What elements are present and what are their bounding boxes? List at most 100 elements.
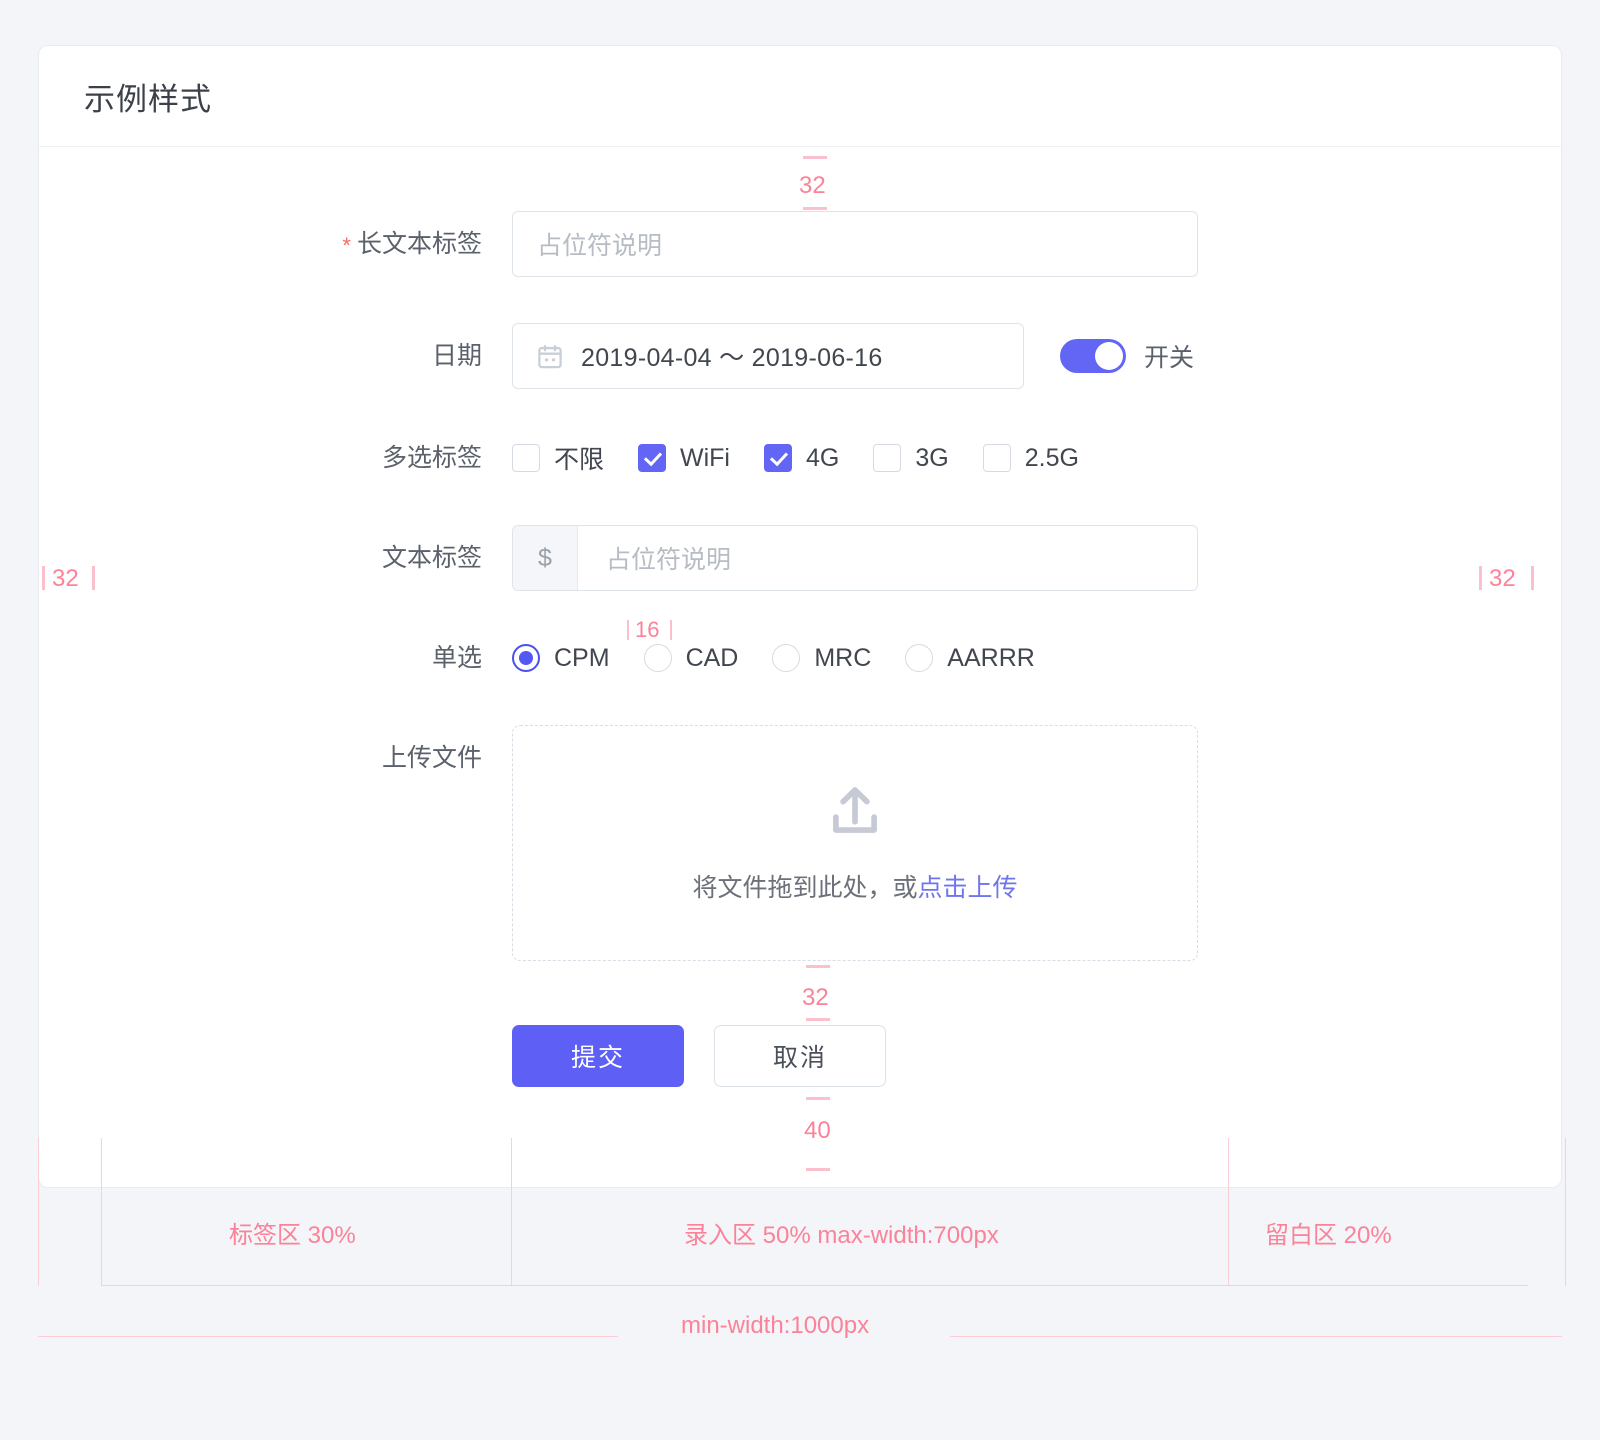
- prefixed-text-field[interactable]: 占位符说明: [578, 526, 1197, 590]
- form-row-date: 日期 2019-04-04 ～ 2019-06-16 开关: [39, 323, 1561, 389]
- toggle-switch-knob: [1095, 342, 1123, 370]
- radio-circle-2[interactable]: [772, 644, 801, 672]
- annotation-button-gap-tick-lower: [806, 1018, 830, 1021]
- checkbox-box-2[interactable]: [764, 444, 792, 472]
- checkbox-item-3[interactable]: 3G: [873, 443, 949, 473]
- card-body: * 长文本标签 占位符说明 日期 2019-04-04 ～ 2019-06-16…: [39, 211, 1561, 1251]
- radio-circle-0[interactable]: [512, 644, 540, 672]
- radio-label-0: CPM: [554, 643, 610, 672]
- upload-click-link[interactable]: 点击上传: [918, 874, 1018, 902]
- form-control-radios: CPM CAD MRC AARRR 16: [512, 617, 1561, 691]
- form-label-long-text: * 长文本标签: [39, 211, 512, 279]
- zone-label-2: 留白区 20%: [1265, 1222, 1392, 1249]
- required-asterisk-icon: *: [342, 233, 351, 258]
- form-label-text-field: 文本标签: [381, 544, 482, 572]
- checkbox-label-1: WiFi: [680, 443, 730, 472]
- annotation-radio-spacing-tick-right: [670, 620, 672, 640]
- form-control-checkboxes: 不限 WiFi 4G 3G 2.5G: [512, 425, 1561, 491]
- checkbox-label-0: 不限: [554, 446, 605, 474]
- checkbox-box-0[interactable]: [512, 444, 540, 472]
- annotation-left-gap: 32: [52, 565, 79, 592]
- annotation-top-gap-tick-upper: [803, 156, 827, 159]
- radio-label-3: AARRR: [947, 643, 1035, 672]
- annotation-radio-spacing-tick-left: [627, 620, 629, 640]
- checkbox-group: 不限 WiFi 4G 3G 2.5G: [512, 425, 1561, 491]
- calendar-icon: [537, 343, 563, 370]
- form-row-actions: 提交 取消: [39, 1025, 1561, 1091]
- currency-prefix: $: [513, 526, 578, 590]
- example-card: 示例样式 * 长文本标签 占位符说明 日期 2019-04-04 ～ 2019-…: [38, 45, 1562, 1188]
- toggle-switch-label: 开关: [1144, 344, 1195, 372]
- action-buttons: 提交 取消: [512, 1025, 1561, 1087]
- annotation-bottom-gap-tick-lower: [806, 1168, 830, 1171]
- radio-circle-3[interactable]: [905, 644, 934, 672]
- upload-hint: 将文件拖到此处，或点击上传: [692, 868, 1017, 904]
- radio-item-3[interactable]: AARRR: [905, 644, 1035, 673]
- long-text-input-placeholder: 占位符说明: [537, 232, 663, 260]
- form-label-upload: 上传文件: [381, 744, 482, 772]
- annotation-button-gap-tick-upper: [806, 965, 830, 968]
- annotation-right-gap: 32: [1489, 565, 1516, 592]
- min-width-line-left: [38, 1336, 618, 1337]
- zone-guide-right-outer: [1565, 1138, 1566, 1286]
- annotation-right-gap-tick-outer: [1531, 566, 1534, 590]
- page-title: 示例样式: [84, 81, 212, 117]
- zone-label-1: 录入区 50% max-width:700px: [684, 1222, 999, 1249]
- form-row-checkboxes: 多选标签 不限 WiFi 4G 3G 2.5G: [39, 425, 1561, 491]
- date-range-value: 2019-04-04 ～ 2019-06-16: [581, 344, 883, 372]
- form-control-long-text: 占位符说明: [512, 211, 1561, 277]
- checkbox-box-4[interactable]: [982, 444, 1011, 472]
- radio-circle-1[interactable]: [643, 644, 672, 672]
- submit-button[interactable]: 提交: [512, 1025, 684, 1087]
- checkbox-item-1[interactable]: WiFi: [638, 444, 730, 473]
- upload-hint-prefix: 将文件拖到此处，或: [692, 874, 918, 902]
- form-row-long-text: * 长文本标签 占位符说明: [39, 211, 1561, 279]
- file-upload-dropzone[interactable]: 将文件拖到此处，或点击上传: [512, 725, 1198, 961]
- zone-guide-blank-start: [1228, 1138, 1229, 1286]
- form-label-checkboxes: 多选标签: [381, 444, 482, 472]
- radio-label-2: MRC: [814, 643, 872, 672]
- card-header: 示例样式: [39, 46, 1561, 147]
- switch-group: 开关: [1060, 338, 1194, 374]
- prefixed-text-input[interactable]: $ 占位符说明: [512, 525, 1198, 591]
- min-width-line-right: [950, 1336, 1562, 1337]
- zone-guide-left-outer: [38, 1138, 39, 1286]
- form-control-actions: 提交 取消: [512, 1025, 1561, 1087]
- checkbox-label-2: 4G: [806, 443, 840, 472]
- checkbox-item-4[interactable]: 2.5G: [982, 443, 1079, 473]
- form-label-date: 日期: [431, 342, 482, 370]
- annotation-button-gap: 32: [802, 984, 829, 1011]
- annotation-bottom-gap-tick-upper: [806, 1097, 830, 1100]
- long-text-input[interactable]: 占位符说明: [512, 211, 1198, 277]
- checkbox-label-4: 2.5G: [1024, 443, 1079, 472]
- form-control-text-field: $ 占位符说明: [512, 525, 1561, 591]
- annotation-bottom-gap: 40: [804, 1117, 831, 1144]
- annotation-top-gap: 32: [799, 172, 826, 199]
- form-label-radios: 单选: [431, 644, 482, 672]
- form-label-actions-spacer: [39, 1025, 512, 1091]
- form-row-upload: 上传文件 将文件拖到此处，或点击上传: [39, 725, 1561, 961]
- radio-item-1[interactable]: CAD: [643, 644, 738, 673]
- radio-item-2[interactable]: MRC: [772, 644, 871, 673]
- toggle-switch[interactable]: [1060, 339, 1126, 373]
- checkbox-item-2[interactable]: 4G: [764, 444, 839, 473]
- annotation-min-width: min-width:1000px: [681, 1312, 870, 1339]
- checkbox-box-1[interactable]: [638, 444, 667, 472]
- radio-item-0[interactable]: CPM: [512, 644, 610, 673]
- zone-label-0: 标签区 30%: [229, 1222, 356, 1249]
- annotation-right-gap-tick-inner: [1479, 566, 1482, 590]
- checkbox-box-3[interactable]: [873, 444, 902, 472]
- annotation-top-gap-tick-lower: [803, 207, 827, 210]
- form-control-upload: 将文件拖到此处，或点击上传: [512, 725, 1561, 961]
- form-control-date: 2019-04-04 ～ 2019-06-16 开关: [512, 323, 1561, 389]
- checkbox-label-3: 3G: [915, 443, 949, 472]
- annotation-left-gap-tick-outer: [42, 566, 45, 590]
- form-label-long-text-text: 长文本标签: [356, 230, 482, 258]
- zone-guide-input-start: [511, 1138, 512, 1286]
- annotation-radio-spacing: 16: [635, 617, 660, 642]
- annotation-left-gap-tick-inner: [92, 566, 95, 590]
- form-row-radios: 单选 CPM CAD MRC AARRR 16: [39, 617, 1561, 691]
- cancel-button[interactable]: 取消: [714, 1025, 886, 1087]
- date-range-input[interactable]: 2019-04-04 ～ 2019-06-16: [512, 323, 1024, 389]
- checkbox-item-0[interactable]: 不限: [512, 440, 604, 476]
